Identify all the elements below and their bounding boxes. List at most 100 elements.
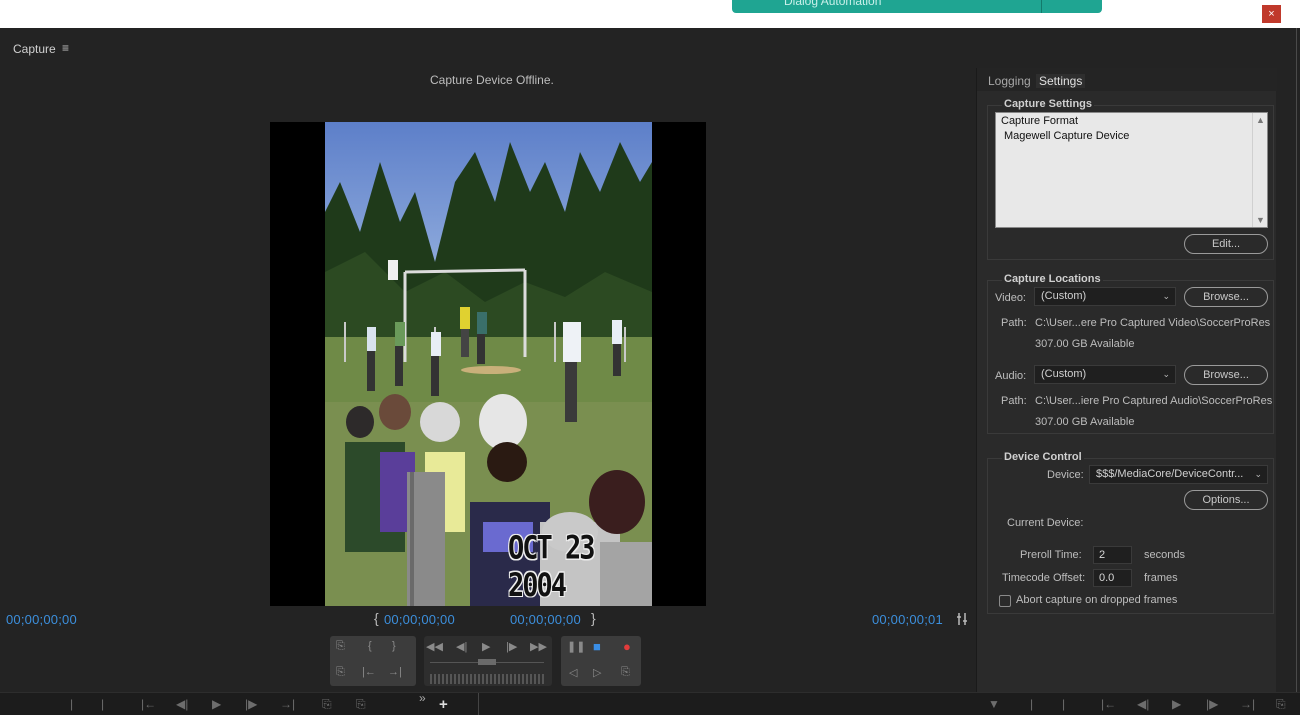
options-button[interactable]: Options... — [1184, 490, 1268, 510]
capture-settings-panel: Logging Settings Capture Settings Captur… — [976, 68, 1277, 692]
video-browse-button[interactable]: Browse... — [1184, 287, 1268, 307]
video-frame-image: OCT 23 2004 — [325, 122, 652, 606]
step-forward-button[interactable]: |▶ — [506, 640, 517, 653]
bottom-go-out-icon[interactable]: →| — [280, 697, 295, 711]
transport-group-play: ◀◀ ◀| ▶ |▶ ▶▶ — [424, 636, 552, 686]
video-location-value: (Custom) — [1041, 290, 1087, 302]
right-scroll-edge — [1283, 28, 1300, 698]
bottom-marker-icon[interactable]: ▼ — [988, 697, 1000, 711]
device-control-title: Device Control — [1002, 451, 1084, 463]
bottom-out-icon-2[interactable]: | — [1062, 697, 1065, 711]
bottom-in-icon-2[interactable]: | — [1030, 697, 1033, 711]
bottom-add-icon[interactable]: + — [439, 696, 448, 713]
bottom-play-icon[interactable]: ▶ — [212, 697, 221, 711]
bottom-more-icon[interactable]: » — [419, 691, 426, 705]
step-back-button[interactable]: ◀| — [456, 640, 467, 653]
chevron-down-icon: ⌄ — [1162, 369, 1170, 379]
shuttle-right-button[interactable]: ▷ — [593, 666, 601, 679]
shuttle-left-button[interactable]: ◁ — [569, 666, 577, 679]
capture-format-label: Capture Format — [1001, 115, 1079, 127]
play-button[interactable]: ▶ — [482, 640, 490, 653]
in-point-timecode[interactable]: 00;00;00;00 — [384, 612, 455, 627]
panel-menu-icon[interactable]: ≡ — [62, 41, 69, 55]
edit-button[interactable]: Edit... — [1184, 234, 1268, 254]
audio-path-label: Path: — [1001, 395, 1027, 407]
out-bracket-icon: } — [591, 610, 596, 626]
go-to-in-button[interactable]: |← — [362, 666, 376, 678]
audio-location-select[interactable]: (Custom) ⌄ — [1034, 365, 1176, 384]
audio-path-value: C:\User...iere Pro Captured Audio\Soccer… — [1035, 395, 1273, 407]
audio-browse-button[interactable]: Browse... — [1184, 365, 1268, 385]
video-location-label: Video: — [995, 292, 1026, 304]
capture-locations-section: Capture Locations Video: (Custom) ⌄ Brow… — [987, 273, 1274, 434]
tab-logging[interactable]: Logging — [988, 74, 1031, 88]
bottom-step-back-icon[interactable]: ◀| — [176, 697, 188, 711]
bottom-insert-icon[interactable]: ⎘ — [322, 697, 332, 712]
bottom-go-in-icon-2[interactable]: |← — [1101, 697, 1116, 711]
clip-marker-2-icon[interactable]: ⎘ — [336, 666, 345, 679]
device-control-section: Device Control Device: $$$/MediaCore/Dev… — [987, 451, 1274, 614]
stop-button[interactable]: ■ — [593, 639, 601, 654]
in-bracket-icon: { — [374, 610, 379, 626]
timecode-offset-unit: frames — [1144, 572, 1178, 584]
fast-forward-button[interactable]: ▶▶ — [530, 640, 547, 653]
bottom-step-forward-icon-2[interactable]: |▶ — [1206, 697, 1218, 711]
bottom-mark-out-icon[interactable]: | — [101, 697, 104, 711]
device-select[interactable]: $$$/MediaCore/DeviceContr... ⌄ — [1089, 465, 1268, 484]
panel-tabs: Logging Settings — [977, 68, 1277, 91]
bottom-go-out-icon-2[interactable]: →| — [1240, 697, 1255, 711]
mark-in-button[interactable]: { — [368, 640, 372, 652]
capture-settings-title: Capture Settings — [1002, 98, 1095, 110]
capture-format-value: Magewell Capture Device — [1004, 130, 1130, 142]
chevron-down-icon: ⌄ — [1162, 291, 1170, 301]
capture-format-box: Capture Format Magewell Capture Device ▲… — [995, 112, 1268, 228]
abort-capture-checkbox[interactable] — [999, 595, 1011, 607]
capture-locations-title: Capture Locations — [1002, 273, 1103, 285]
shuttle-slider[interactable] — [430, 659, 544, 668]
out-point-timecode[interactable]: 00;00;00;00 — [510, 612, 581, 627]
preroll-label: Preroll Time: — [1020, 549, 1082, 561]
chevron-down-icon: ⌄ — [1254, 469, 1262, 479]
current-timecode[interactable]: 00;00;00;00 — [6, 612, 77, 627]
device-value: $$$/MediaCore/DeviceContr... — [1096, 468, 1244, 480]
timecode-offset-input[interactable]: 0.0 — [1093, 569, 1132, 587]
rewind-button[interactable]: ◀◀ — [426, 640, 443, 653]
bottom-step-back-icon-2[interactable]: ◀| — [1137, 697, 1149, 711]
video-path-label: Path: — [1001, 317, 1027, 329]
duration-timecode[interactable]: 00;00;00;01 — [872, 612, 943, 627]
scene-detect-icon[interactable]: ⎘ — [621, 666, 630, 679]
preroll-input[interactable]: 2 — [1093, 546, 1132, 564]
device-label: Device: — [1047, 469, 1084, 481]
panel-title: Capture — [13, 42, 56, 56]
audio-available-space: 307.00 GB Available — [1035, 416, 1135, 428]
adjust-icon[interactable] — [956, 612, 968, 626]
transport-group-capture: ❚❚ ■ ● ◁ ▷ ⎘ — [561, 636, 641, 686]
record-button[interactable]: ● — [623, 639, 631, 654]
bottom-play-icon-2[interactable]: ▶ — [1172, 697, 1181, 711]
abort-capture-label: Abort capture on dropped frames — [1016, 594, 1178, 606]
jog-wheel[interactable] — [430, 674, 546, 684]
video-date-overlay: OCT 23 2004 — [508, 529, 596, 605]
video-location-select[interactable]: (Custom) ⌄ — [1034, 287, 1176, 306]
audio-location-label: Audio: — [995, 370, 1027, 382]
bottom-insert-icon-2[interactable]: ⎘ — [1276, 697, 1286, 712]
pause-button[interactable]: ❚❚ — [567, 640, 585, 653]
go-to-out-button[interactable]: →| — [388, 666, 402, 678]
tab-settings[interactable]: Settings — [1036, 74, 1086, 88]
preroll-unit: seconds — [1144, 549, 1185, 561]
clip-marker-icon[interactable]: ⎘ — [336, 640, 345, 653]
split-divider — [1041, 0, 1042, 13]
capture-format-scrollbar[interactable]: ▲ ▼ — [1252, 113, 1267, 227]
timecode-offset-label: Timecode Offset: — [1002, 572, 1086, 584]
device-status: Capture Device Offline. — [430, 73, 554, 87]
bottom-go-in-icon[interactable]: |← — [141, 697, 156, 711]
video-preview: OCT 23 2004 — [270, 122, 706, 606]
bottom-mark-in-icon[interactable]: | — [70, 697, 73, 711]
capture-settings-section: Capture Settings Capture Format Magewell… — [987, 98, 1274, 260]
dialog-automation-button[interactable]: Dialog Automation — [732, 0, 1102, 13]
close-icon[interactable]: × — [1262, 5, 1281, 23]
bottom-overwrite-icon[interactable]: ⎘ — [356, 697, 366, 712]
video-available-space: 307.00 GB Available — [1035, 338, 1135, 350]
bottom-step-forward-icon[interactable]: |▶ — [245, 697, 257, 711]
mark-out-button[interactable]: } — [392, 640, 396, 652]
